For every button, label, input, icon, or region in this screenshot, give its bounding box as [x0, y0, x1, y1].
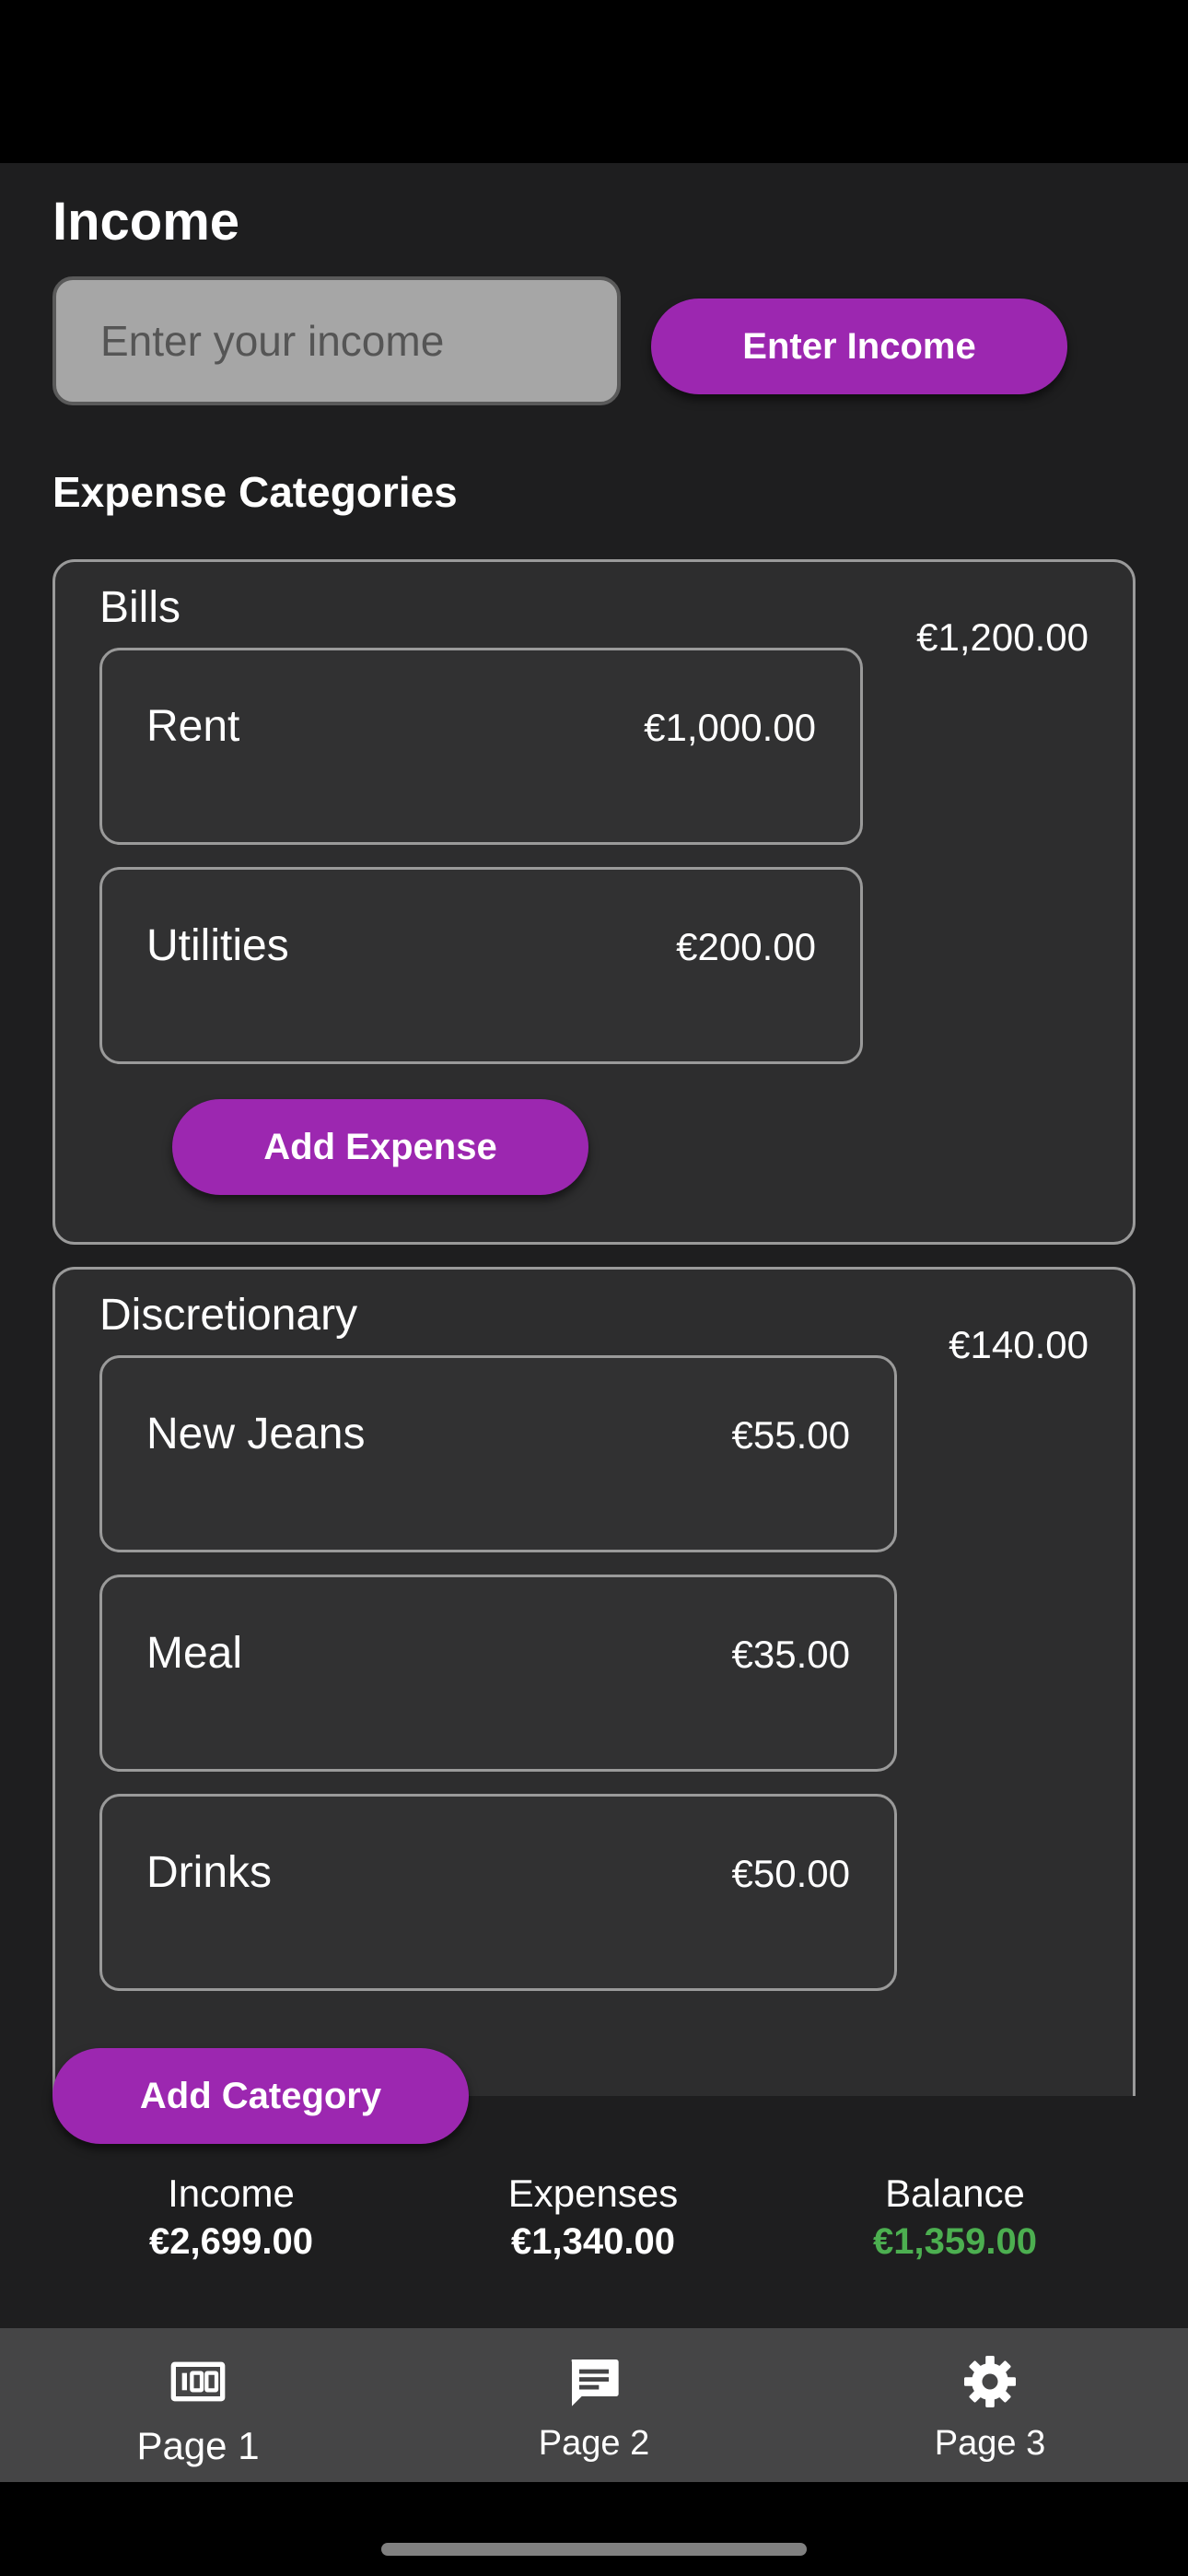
category-total: €140.00: [949, 1323, 1089, 1366]
nav-item-page-3[interactable]: Page 3: [792, 2328, 1188, 2482]
home-indicator[interactable]: [381, 2543, 807, 2556]
expense-item-rent[interactable]: Rent €1,000.00: [99, 648, 863, 845]
expense-amount: €50.00: [731, 1852, 850, 1895]
expense-amount: €1,000.00: [644, 706, 816, 749]
category-name: Discretionary: [99, 1291, 358, 1340]
summary-balance-label: Balance: [885, 2172, 1025, 2215]
income-input[interactable]: [52, 276, 621, 405]
expense-name: Meal: [146, 1629, 243, 1678]
summary-balance-value: €1,359.00: [873, 2221, 1037, 2262]
category-card-discretionary: Discretionary €140.00 New Jeans €55.00 M…: [52, 1267, 1136, 2096]
summary-income: Income €2,699.00: [47, 2172, 415, 2263]
summary-income-value: €2,699.00: [149, 2221, 313, 2262]
expense-name: Drinks: [146, 1848, 273, 1897]
expense-item-utilities[interactable]: Utilities €200.00: [99, 867, 863, 1064]
chat-icon: [571, 2359, 619, 2406]
add-category-button[interactable]: Add Category: [52, 2048, 469, 2144]
app-screen: Income Enter Income Expense Categories B…: [0, 163, 1188, 2328]
nav-label: Page 2: [538, 2424, 650, 2463]
expense-item-new-jeans[interactable]: New Jeans €55.00: [99, 1355, 897, 1552]
expense-name: Rent: [146, 702, 240, 751]
nav-label: Page 3: [934, 2424, 1046, 2463]
category-card-bills: Bills €1,200.00 Rent €1,000.00 Utilities…: [52, 559, 1136, 1245]
expense-item-drinks[interactable]: Drinks €50.00: [99, 1794, 897, 1991]
category-total: €1,200.00: [916, 615, 1089, 659]
summary-income-label: Income: [168, 2172, 295, 2215]
expense-amount: €35.00: [731, 1633, 850, 1676]
add-expense-button[interactable]: Add Expense: [172, 1099, 588, 1195]
bottom-navigation: Page 1 Page 2 Page 3: [0, 2328, 1188, 2482]
expense-amount: €55.00: [731, 1413, 850, 1457]
nav-label: Page 1: [136, 2424, 260, 2467]
category-name: Bills: [99, 583, 181, 632]
summary-expenses-label: Expenses: [507, 2172, 679, 2215]
income-title: Income: [52, 192, 240, 252]
expense-name: Utilities: [146, 921, 289, 970]
expense-name: New Jeans: [146, 1410, 366, 1458]
summary-expenses: Expenses €1,340.00: [409, 2172, 777, 2263]
summary-balance: Balance €1,359.00: [771, 2172, 1139, 2263]
summary-expenses-value: €1,340.00: [511, 2221, 675, 2262]
enter-income-button[interactable]: Enter Income: [651, 299, 1067, 394]
expense-amount: €200.00: [676, 925, 816, 968]
status-bar: [0, 0, 1188, 163]
nav-item-page-2[interactable]: Page 2: [396, 2328, 792, 2482]
money-icon: [170, 2361, 226, 2402]
expense-categories-title: Expense Categories: [52, 468, 458, 516]
expense-item-meal[interactable]: Meal €35.00: [99, 1575, 897, 1772]
nav-item-page-1[interactable]: Page 1: [0, 2328, 396, 2482]
gear-icon: [964, 2356, 1016, 2407]
